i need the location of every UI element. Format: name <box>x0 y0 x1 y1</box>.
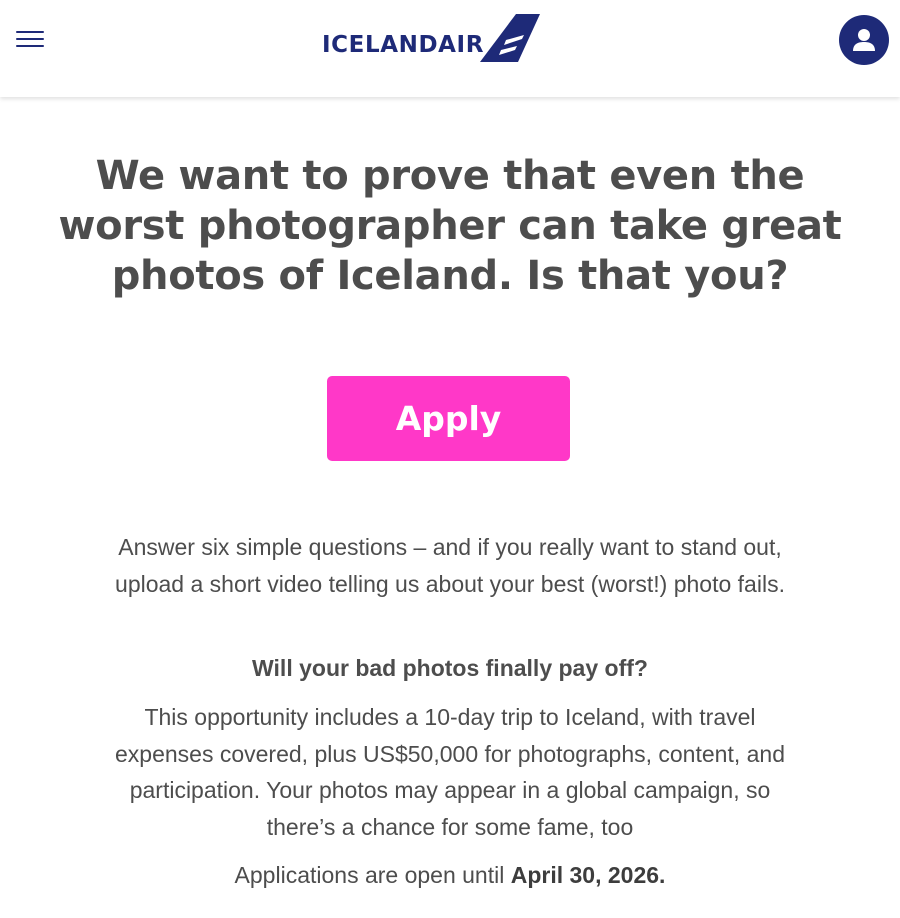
icelandair-logo[interactable]: ICELANDAIR <box>322 14 542 66</box>
main-content: We want to prove that even the worst pho… <box>0 97 900 918</box>
menu-line <box>16 45 44 47</box>
icelandair-wing-icon <box>480 14 541 62</box>
details-paragraph: This opportunity includes a 10-day trip … <box>114 704 785 840</box>
user-silhouette-icon <box>853 29 875 51</box>
hamburger-menu-icon[interactable] <box>14 27 48 51</box>
user-account-icon[interactable] <box>839 15 889 65</box>
menu-line <box>16 38 44 40</box>
apply-button[interactable]: Apply <box>327 376 570 461</box>
deadline-text: Applications are open until April 30, 20… <box>110 857 790 894</box>
deadline-prefix: Applications are open until <box>234 862 511 888</box>
section-subheading: Will your bad photos finally pay off? <box>252 655 648 681</box>
logo-text: ICELANDAIR <box>322 32 485 58</box>
deadline-date: April 30, 2026. <box>510 862 666 888</box>
page-headline: We want to prove that even the worst pho… <box>58 153 842 299</box>
menu-line <box>16 31 44 33</box>
intro-paragraph: Answer six simple questions – and if you… <box>115 534 785 597</box>
top-header: ICELANDAIR <box>0 0 900 97</box>
